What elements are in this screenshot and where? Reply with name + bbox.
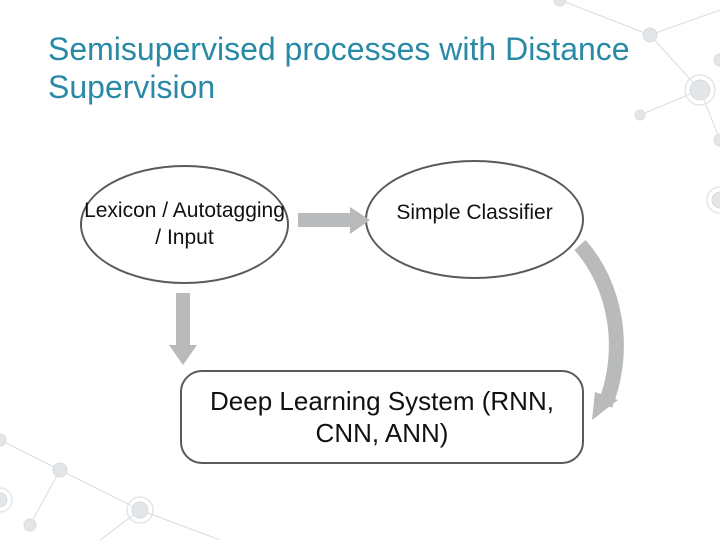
arrow-lexicon-to-deep <box>169 293 197 365</box>
arrow-lexicon-to-classifier <box>298 207 370 234</box>
arrow-classifier-to-deep <box>580 245 618 420</box>
arrows-layer <box>0 0 720 540</box>
slide: Semisupervised processes with Distance S… <box>0 0 720 540</box>
